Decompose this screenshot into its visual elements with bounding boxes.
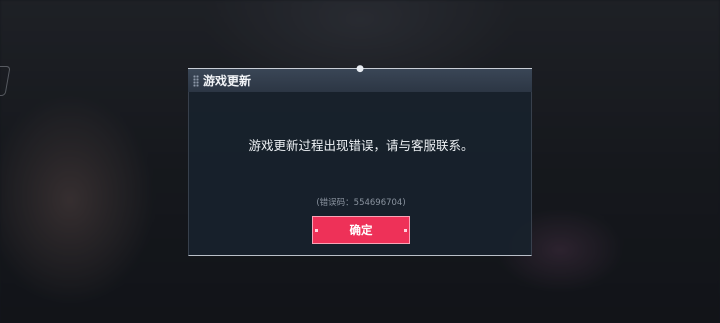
error-code: (错误码：554696704) bbox=[316, 198, 406, 208]
dialog-body: 游戏更新过程出现错误，请与客服联系。 (错误码：554696704) 确定 bbox=[188, 92, 532, 256]
grip-icon bbox=[193, 75, 199, 87]
update-error-dialog: ● 游戏更新 游戏更新过程出现错误，请与客服联系。 (错误码：554696704… bbox=[188, 64, 532, 256]
anchor-dot-icon: ● bbox=[356, 64, 364, 74]
dialog-title: 游戏更新 bbox=[203, 74, 252, 88]
error-message: 游戏更新过程出现错误，请与客服联系。 bbox=[248, 138, 474, 153]
dialog-header: ● 游戏更新 bbox=[188, 64, 532, 92]
confirm-button[interactable]: 确定 bbox=[312, 216, 410, 244]
